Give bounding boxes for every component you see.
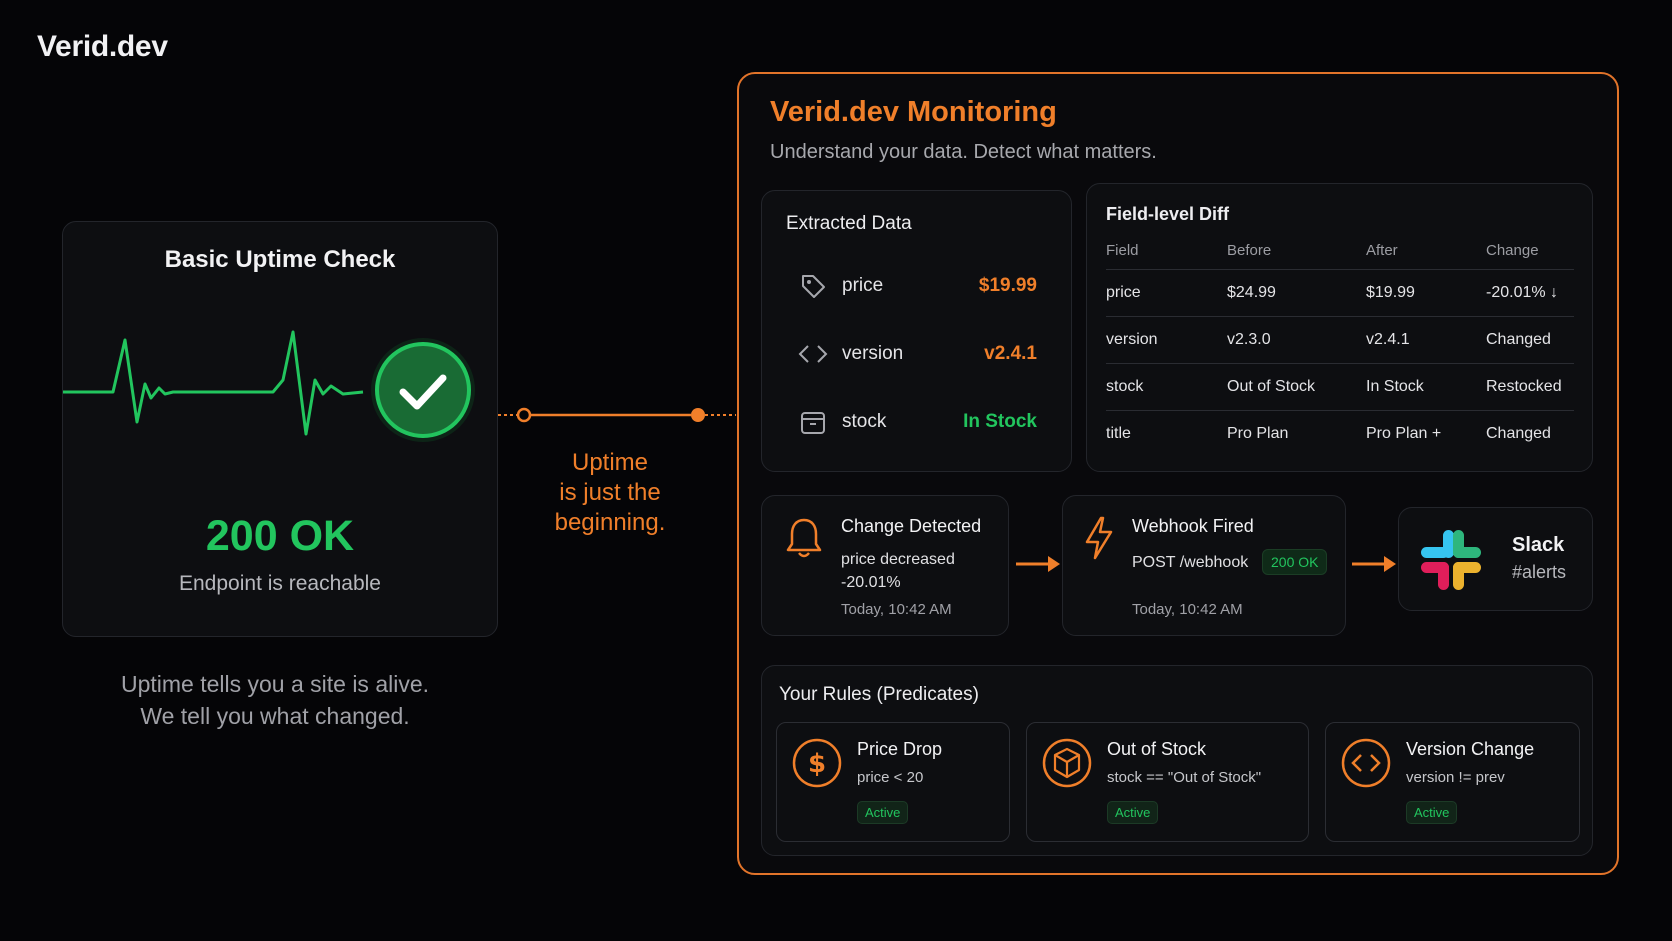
connector-line bbox=[498, 407, 736, 423]
extracted-label: price bbox=[842, 275, 884, 296]
monitoring-panel: Verid.dev Monitoring Understand your dat… bbox=[737, 72, 1619, 875]
rule-expression: price < 20 bbox=[857, 769, 924, 786]
diff-after: v2.4.1 bbox=[1366, 316, 1486, 364]
box-icon bbox=[798, 407, 828, 437]
rule-title: Price Drop bbox=[857, 739, 943, 759]
rule-expression: version != prev bbox=[1406, 769, 1505, 786]
diff-before: Pro Plan bbox=[1227, 425, 1289, 443]
slack-icon bbox=[1417, 526, 1485, 599]
rules-title: Your Rules (Predicates) bbox=[779, 684, 979, 705]
rule-title: Version Change bbox=[1406, 739, 1535, 759]
diff-change: Changed bbox=[1486, 425, 1551, 443]
status-code: 200 OK bbox=[205, 512, 355, 560]
bridge-text: Uptime is just the beginning. bbox=[530, 448, 690, 538]
code-icon bbox=[798, 339, 828, 369]
slack-title: Slack bbox=[1512, 534, 1565, 556]
diff-field: version bbox=[1106, 316, 1227, 364]
extracted-title: Extracted Data bbox=[786, 213, 912, 234]
rule-status-badge: Active bbox=[857, 801, 909, 824]
dollar-icon: $ bbox=[791, 737, 843, 794]
extracted-value: In Stock bbox=[963, 411, 1037, 432]
diff-change: -20.01% ↓ bbox=[1486, 269, 1574, 317]
status-description: Endpoint is reachable bbox=[179, 572, 381, 595]
diff-table: Field Before After Change price $24.99 $… bbox=[1106, 236, 1574, 458]
webhook-time: Today, 10:42 AM bbox=[1132, 601, 1243, 618]
panel-subtitle: Understand your data. Detect what matter… bbox=[770, 141, 1157, 163]
tagline: Uptime tells you a site is alive. We tel… bbox=[62, 668, 488, 732]
status-badge: 200 OK bbox=[1262, 549, 1328, 575]
rule-status-badge: Active bbox=[1107, 801, 1159, 824]
lightning-icon bbox=[1083, 516, 1115, 565]
table-row: stock Out of Stock In Stock Restocked bbox=[1106, 363, 1574, 411]
diff-title: Field-level Diff bbox=[1106, 204, 1230, 224]
diff-col-header: Before bbox=[1227, 236, 1366, 270]
svg-text:$: $ bbox=[808, 749, 826, 779]
uptime-card: Basic Uptime Check 200 OK Endpoint is re… bbox=[62, 221, 498, 637]
rule-card-price-drop[interactable]: $ Price Drop price < 20 Active bbox=[776, 722, 1010, 842]
extracted-value: v2.4.1 bbox=[984, 343, 1037, 364]
diff-field: stock bbox=[1106, 363, 1227, 411]
bridge-line-3: beginning. bbox=[554, 509, 666, 536]
rule-card-out-of-stock[interactable]: Out of Stock stock == "Out of Stock" Act… bbox=[1026, 722, 1309, 842]
panel-title: Verid.dev Monitoring bbox=[770, 96, 1057, 128]
diff-header-row: Field Before After Change bbox=[1106, 236, 1574, 270]
diff-after: In Stock bbox=[1366, 363, 1486, 411]
diff-change: Changed bbox=[1486, 316, 1574, 364]
extracted-label: stock bbox=[842, 411, 887, 432]
diff-col-header: Field bbox=[1106, 236, 1227, 270]
diff-before: $24.99 bbox=[1227, 269, 1366, 317]
extracted-row: stock In Stock bbox=[798, 402, 1037, 442]
rules-card: Your Rules (Predicates) $ Price Drop pri… bbox=[761, 665, 1593, 856]
slack-channel: #alerts bbox=[1512, 562, 1567, 582]
bridge-line-1: Uptime bbox=[571, 449, 649, 476]
extracted-row: price $19.99 bbox=[798, 266, 1037, 306]
diff-col-header: After bbox=[1366, 236, 1486, 270]
code-icon bbox=[1340, 737, 1392, 794]
extracted-label: version bbox=[842, 343, 904, 364]
table-row: version v2.3.0 v2.4.1 Changed bbox=[1106, 316, 1574, 364]
change-detected-text: price decreased bbox=[841, 551, 955, 568]
tagline-line-2: We tell you what changed. bbox=[140, 703, 410, 729]
table-row: price $24.99 $19.99 -20.01% ↓ bbox=[1106, 269, 1574, 317]
diff-col-header: Change bbox=[1486, 236, 1574, 270]
change-detected-value: -20.01% bbox=[841, 574, 901, 591]
heartbeat-graph bbox=[63, 330, 475, 442]
webhook-request: POST /webhook bbox=[1132, 554, 1249, 571]
diff-after: $19.99 bbox=[1366, 269, 1486, 317]
table-row: title Pro Plan Pro Plan + Changed bbox=[1106, 411, 1574, 458]
change-detected-card: Change Detected price decreased -20.01% … bbox=[761, 495, 1009, 636]
extracted-value: $19.99 bbox=[978, 275, 1037, 296]
bell-icon bbox=[784, 516, 824, 565]
diff-change: Restocked bbox=[1486, 363, 1574, 411]
change-detected-title: Change Detected bbox=[841, 516, 982, 536]
diff-after: Pro Plan + bbox=[1366, 425, 1442, 443]
field-diff-card: Field-level Diff Field Before After Chan… bbox=[1086, 183, 1593, 472]
rule-card-version-change[interactable]: Version Change version != prev Active bbox=[1325, 722, 1580, 842]
webhook-card: Webhook Fired POST /webhook 200 OK Today… bbox=[1062, 495, 1346, 636]
slack-card: Slack #alerts bbox=[1398, 507, 1593, 611]
extracted-row: version v2.4.1 bbox=[798, 334, 1037, 374]
diff-field: price bbox=[1106, 269, 1227, 317]
diff-before: Out of Stock bbox=[1227, 363, 1366, 411]
rule-title: Out of Stock bbox=[1107, 739, 1207, 759]
uptime-title: Basic Uptime Check bbox=[164, 246, 396, 273]
tag-icon bbox=[798, 271, 828, 301]
brand-logo: Verid.dev bbox=[37, 30, 168, 63]
extracted-data-card: Extracted Data price $19.99 version v2.4… bbox=[761, 190, 1072, 472]
change-detected-time: Today, 10:42 AM bbox=[841, 601, 952, 618]
bridge-line-2: is just the bbox=[559, 479, 661, 506]
rule-expression: stock == "Out of Stock" bbox=[1107, 769, 1262, 786]
diff-before: v2.3.0 bbox=[1227, 316, 1366, 364]
rule-status-badge: Active bbox=[1406, 801, 1458, 824]
diff-field: title bbox=[1106, 425, 1131, 443]
webhook-title: Webhook Fired bbox=[1132, 516, 1254, 536]
tagline-line-1: Uptime tells you a site is alive. bbox=[120, 671, 430, 697]
cube-icon bbox=[1041, 737, 1093, 794]
arrow-right-icon bbox=[1352, 556, 1396, 572]
arrow-right-icon bbox=[1016, 556, 1060, 572]
